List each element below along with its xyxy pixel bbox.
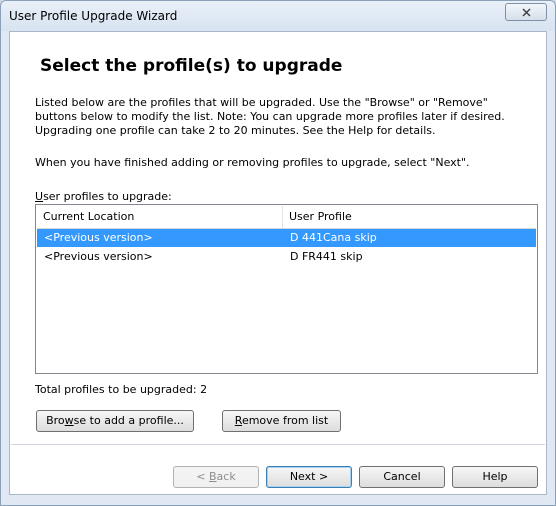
close-icon [522,8,530,16]
row-profile: D FR441 skip [290,250,363,263]
row-location: <Previous version> [44,250,153,263]
cancel-button[interactable]: Cancel [359,466,445,488]
list-header: Current Location User Profile [37,206,536,229]
page-title: Select the profile(s) to upgrade [40,56,343,76]
list-label-rest: ser profiles to upgrade: [43,190,172,203]
list-row[interactable]: <Previous version> D FR441 skip [37,248,536,266]
wizard-window: User Profile Upgrade Wizard Select the p… [0,0,556,506]
close-button[interactable] [505,3,547,21]
profiles-list[interactable]: Current Location User Profile <Previous … [35,204,538,374]
browse-add-profile-button[interactable]: Browse to add a profile... [36,410,194,432]
column-header-current-location[interactable]: Current Location [37,206,283,228]
total-count: 2 [200,383,208,396]
remove-from-list-button[interactable]: Remove from list [222,410,341,432]
list-label-mnemonic: U [35,190,44,203]
list-row[interactable]: <Previous version> D 441Cana skip [37,229,536,247]
next-button[interactable]: Next > [266,466,352,488]
profiles-list-label: User profiles to upgrade: [35,190,172,203]
footer-divider [11,444,545,445]
description-text: Listed below are the profiles that will … [35,96,505,137]
instruction-text: When you have finished adding or removin… [35,156,470,169]
total-profiles: Total profiles to be upgraded: 2 [35,383,207,396]
row-profile: D 441Cana skip [290,231,377,244]
column-header-user-profile[interactable]: User Profile [283,206,538,228]
row-location: <Previous version> [44,231,153,244]
wizard-content: Select the profile(s) to upgrade Listed … [9,31,547,495]
title-bar: User Profile Upgrade Wizard [1,1,555,31]
back-button[interactable]: < Back [173,466,259,488]
window-title: User Profile Upgrade Wizard [9,9,178,23]
total-label: Total profiles to be upgraded: [35,383,197,396]
help-button[interactable]: Help [452,466,538,488]
